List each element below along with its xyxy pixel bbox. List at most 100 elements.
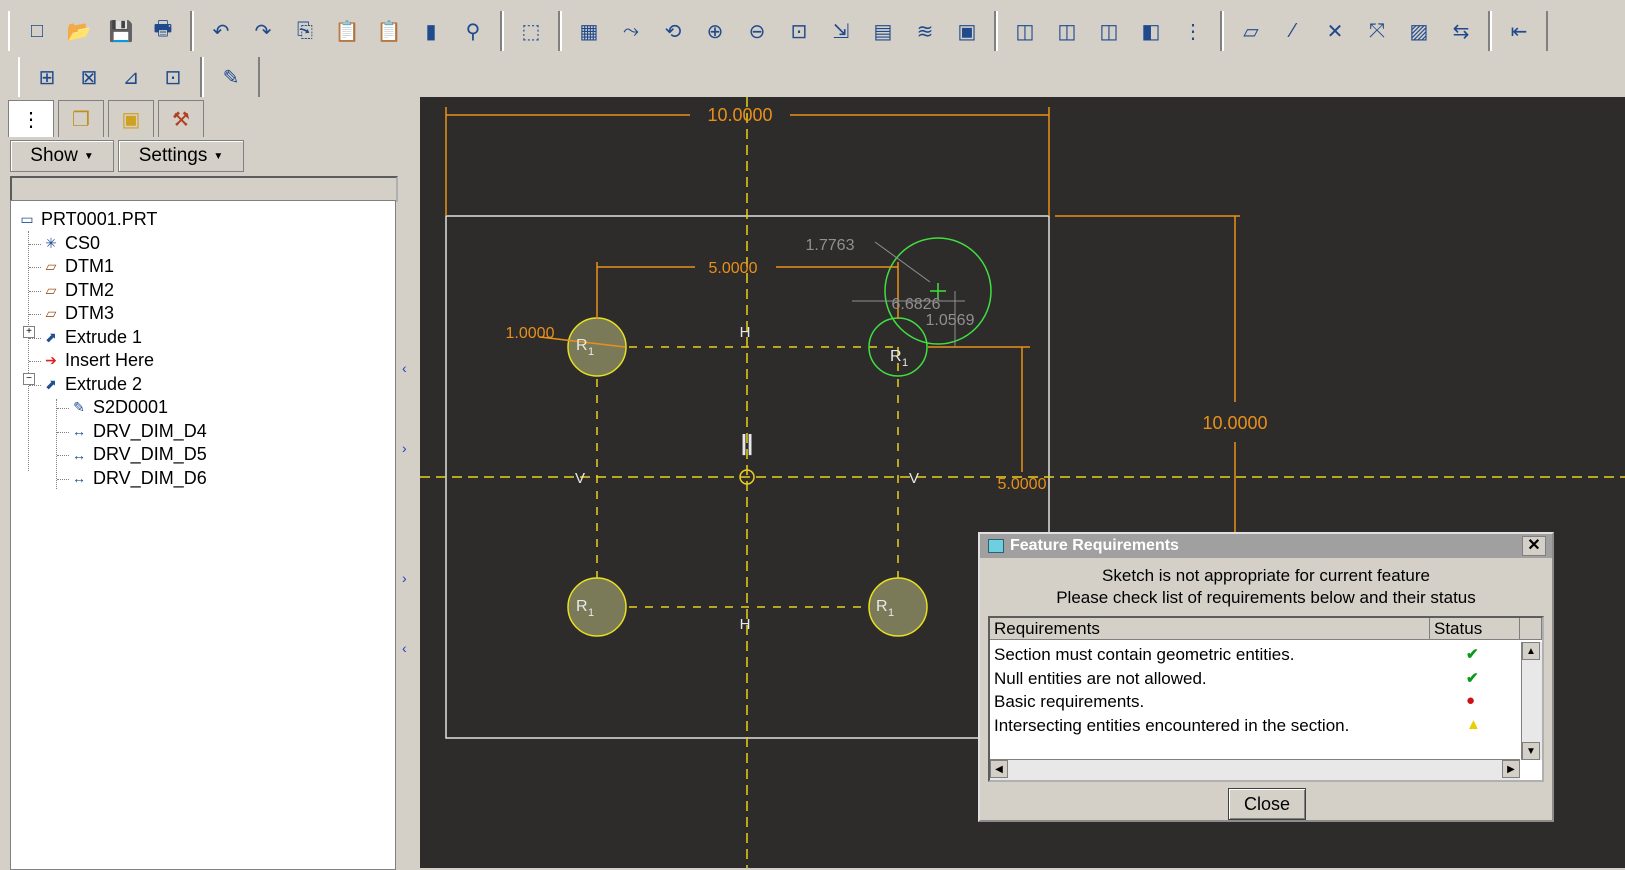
paste-special-icon[interactable]: 📋 xyxy=(370,13,408,49)
caret-down-icon: ▼ xyxy=(213,150,224,162)
saved-views-icon[interactable]: ▤ xyxy=(864,13,902,49)
tree-item[interactable]: ↔ DRV_DIM_D6 xyxy=(69,468,207,489)
navigator-tabs: ⋮ ❐ ▣ ⚒ xyxy=(8,100,204,137)
collapse-icon[interactable]: − xyxy=(23,373,35,385)
spin-center-icon[interactable]: ⤳ xyxy=(612,13,650,49)
scroll-up-icon[interactable]: ▲ xyxy=(1522,642,1540,660)
expand-right-icon[interactable]: › xyxy=(402,440,407,456)
grid-display-icon[interactable]: ⊿ xyxy=(112,59,150,95)
tree-item[interactable]: ↔ DRV_DIM_D5 xyxy=(69,444,207,465)
copy-icon[interactable]: ⎘ xyxy=(286,13,324,49)
settings-menu-button[interactable]: Settings ▼ xyxy=(118,140,244,172)
sketch-diagnostics-icon[interactable]: ✎ xyxy=(212,59,250,95)
show-menu-label: Show xyxy=(30,145,78,166)
tree-item[interactable]: ▱ DTM3 xyxy=(41,303,114,324)
col-header-status[interactable]: Status xyxy=(1430,618,1520,640)
col-header-requirements[interactable]: Requirements xyxy=(990,618,1430,640)
tree-item[interactable]: ➔ Insert Here xyxy=(41,350,154,371)
layer-tree-tab[interactable]: ❐ xyxy=(58,100,104,137)
expand-icon[interactable]: + xyxy=(23,326,35,338)
context-help-icon[interactable]: ⇤ xyxy=(1500,13,1538,49)
dimension-icon: ↔ xyxy=(72,446,86,463)
folder-browser-tab[interactable]: ▣ xyxy=(108,100,154,137)
tree-connector xyxy=(57,478,69,480)
check-icon: ✔ xyxy=(1466,669,1479,687)
tree-item[interactable]: ✳ CS0 xyxy=(41,233,100,254)
favorites-tab[interactable]: ⚒ xyxy=(158,100,204,137)
datum-planes-icon[interactable]: ▱ xyxy=(1232,13,1270,49)
dialog-title-bar[interactable]: Feature Requirements ✕ xyxy=(980,534,1552,558)
vertical-scrollbar[interactable]: ▲ ▼ xyxy=(1521,642,1542,760)
scroll-left-icon[interactable]: ◀ xyxy=(990,760,1008,778)
dimension-icon: ↔ xyxy=(72,423,86,439)
print-icon[interactable]: 🖶 xyxy=(144,13,182,49)
panel-splitter[interactable]: ‹ › › ‹ xyxy=(398,100,414,868)
model-tree-tab[interactable]: ⋮ xyxy=(8,100,54,137)
redo-icon[interactable]: ↷ xyxy=(244,13,282,49)
dim-height-label: 10.0000 xyxy=(1202,413,1267,433)
undo-icon[interactable]: ↶ xyxy=(202,13,240,49)
find-icon[interactable]: ⚲ xyxy=(454,13,492,49)
model-tree: ▭ PRT0001.PRT ✳ CS0 ▱ DTM1 ▱ DTM2 ▱ DTM3 ⬈ Extrude … xyxy=(10,200,396,870)
scroll-right-icon[interactable]: ▶ xyxy=(1502,760,1520,778)
save-icon[interactable]: 💾 xyxy=(102,13,140,49)
tree-item[interactable]: ▱ DTM2 xyxy=(41,280,114,301)
paste-icon[interactable]: 📋 xyxy=(328,13,366,49)
shading-icon[interactable]: ◧ xyxy=(1132,13,1170,49)
tree-item[interactable]: ✎ S2D0001 xyxy=(69,397,168,418)
model-tree-icon[interactable]: ⋮ xyxy=(1174,13,1212,49)
horizontal-scrollbar[interactable]: ◀ ▶ xyxy=(990,759,1520,780)
expand-right-icon[interactable]: › xyxy=(402,570,407,586)
radius-sub-bl: 1 xyxy=(588,607,594,619)
collapse-left-icon[interactable]: ‹ xyxy=(402,640,407,656)
close-button[interactable]: Close xyxy=(1228,788,1306,820)
collapse-left-icon[interactable]: ‹ xyxy=(402,360,407,376)
tree-connector xyxy=(29,243,41,245)
annotation-icon[interactable]: ▨ xyxy=(1400,13,1438,49)
radius-sub-tr: 1 xyxy=(902,357,908,369)
tree-item[interactable]: ↔ DRV_DIM_D4 xyxy=(69,421,207,442)
constraints-display-icon[interactable]: ⊠ xyxy=(70,59,108,95)
weak-dim-label-3: 1.0569 xyxy=(926,312,975,329)
navigator-panel: ⋮ ❐ ▣ ⚒ Show ▼ Settings ▼ ▭ PRT0001.PRT ✳ C… xyxy=(8,100,408,870)
orient-icon[interactable]: ⟲ xyxy=(654,13,692,49)
tree-item[interactable]: ⬈ Extrude 1 xyxy=(41,327,142,348)
tree-item-label: DRV_DIM_D4 xyxy=(93,420,207,441)
scroll-down-icon[interactable]: ▼ xyxy=(1522,742,1540,760)
wireframe-icon[interactable]: ◫ xyxy=(1006,13,1044,49)
zoom-out-icon[interactable]: ⊖ xyxy=(738,13,776,49)
dimension-display-icon[interactable]: ⊞ xyxy=(28,59,66,95)
datum-plane-icon: ▱ xyxy=(45,258,57,274)
tree-item[interactable]: ⬈ Extrude 2 xyxy=(41,374,142,395)
hidden-line-icon[interactable]: ◫ xyxy=(1048,13,1086,49)
tree-connector-v1 xyxy=(28,231,29,471)
tree-item[interactable]: ▱ DTM1 xyxy=(41,256,114,277)
requirement-text: Intersecting entities encountered in the… xyxy=(994,715,1350,735)
no-hidden-icon[interactable]: ◫ xyxy=(1090,13,1128,49)
open-icon[interactable]: 📂 xyxy=(60,13,98,49)
coordinate-systems-icon[interactable]: ⤧ xyxy=(1358,13,1396,49)
dim-spacing-h-label: 5.0000 xyxy=(709,260,758,277)
refit-icon[interactable]: ⊡ xyxy=(780,13,818,49)
reorient-icon[interactable]: ⇲ xyxy=(822,13,860,49)
layer-tree-tab-icon: ❐ xyxy=(72,108,90,131)
tree-filter-field[interactable] xyxy=(10,176,398,202)
vertices-display-icon[interactable]: ⊡ xyxy=(154,59,192,95)
tree-item[interactable]: ▭ PRT0001.PRT xyxy=(17,209,157,230)
tree-item-label: CS0 xyxy=(65,232,101,253)
dim-spacing-v-label: 5.0000 xyxy=(998,476,1047,493)
radius-sub-tl: 1 xyxy=(588,346,594,358)
selection-box-icon[interactable]: ⬚ xyxy=(512,13,550,49)
regenerate-icon[interactable]: ▮ xyxy=(412,13,450,49)
layers-icon[interactable]: ≋ xyxy=(906,13,944,49)
show-menu-button[interactable]: Show ▼ xyxy=(10,140,114,172)
window-icon[interactable]: ⇆ xyxy=(1442,13,1480,49)
dialog-message-2: Please check list of requirements below … xyxy=(1056,588,1476,607)
zoom-in-icon[interactable]: ⊕ xyxy=(696,13,734,49)
datum-points-icon[interactable]: ✕ xyxy=(1316,13,1354,49)
new-icon[interactable]: □ xyxy=(18,13,56,49)
datum-axes-icon[interactable]: ⁄ xyxy=(1274,13,1312,49)
dialog-close-icon[interactable]: ✕ xyxy=(1522,536,1546,556)
sketch-view-icon[interactable]: ▦ xyxy=(570,13,608,49)
view-manager-icon[interactable]: ▣ xyxy=(948,13,986,49)
